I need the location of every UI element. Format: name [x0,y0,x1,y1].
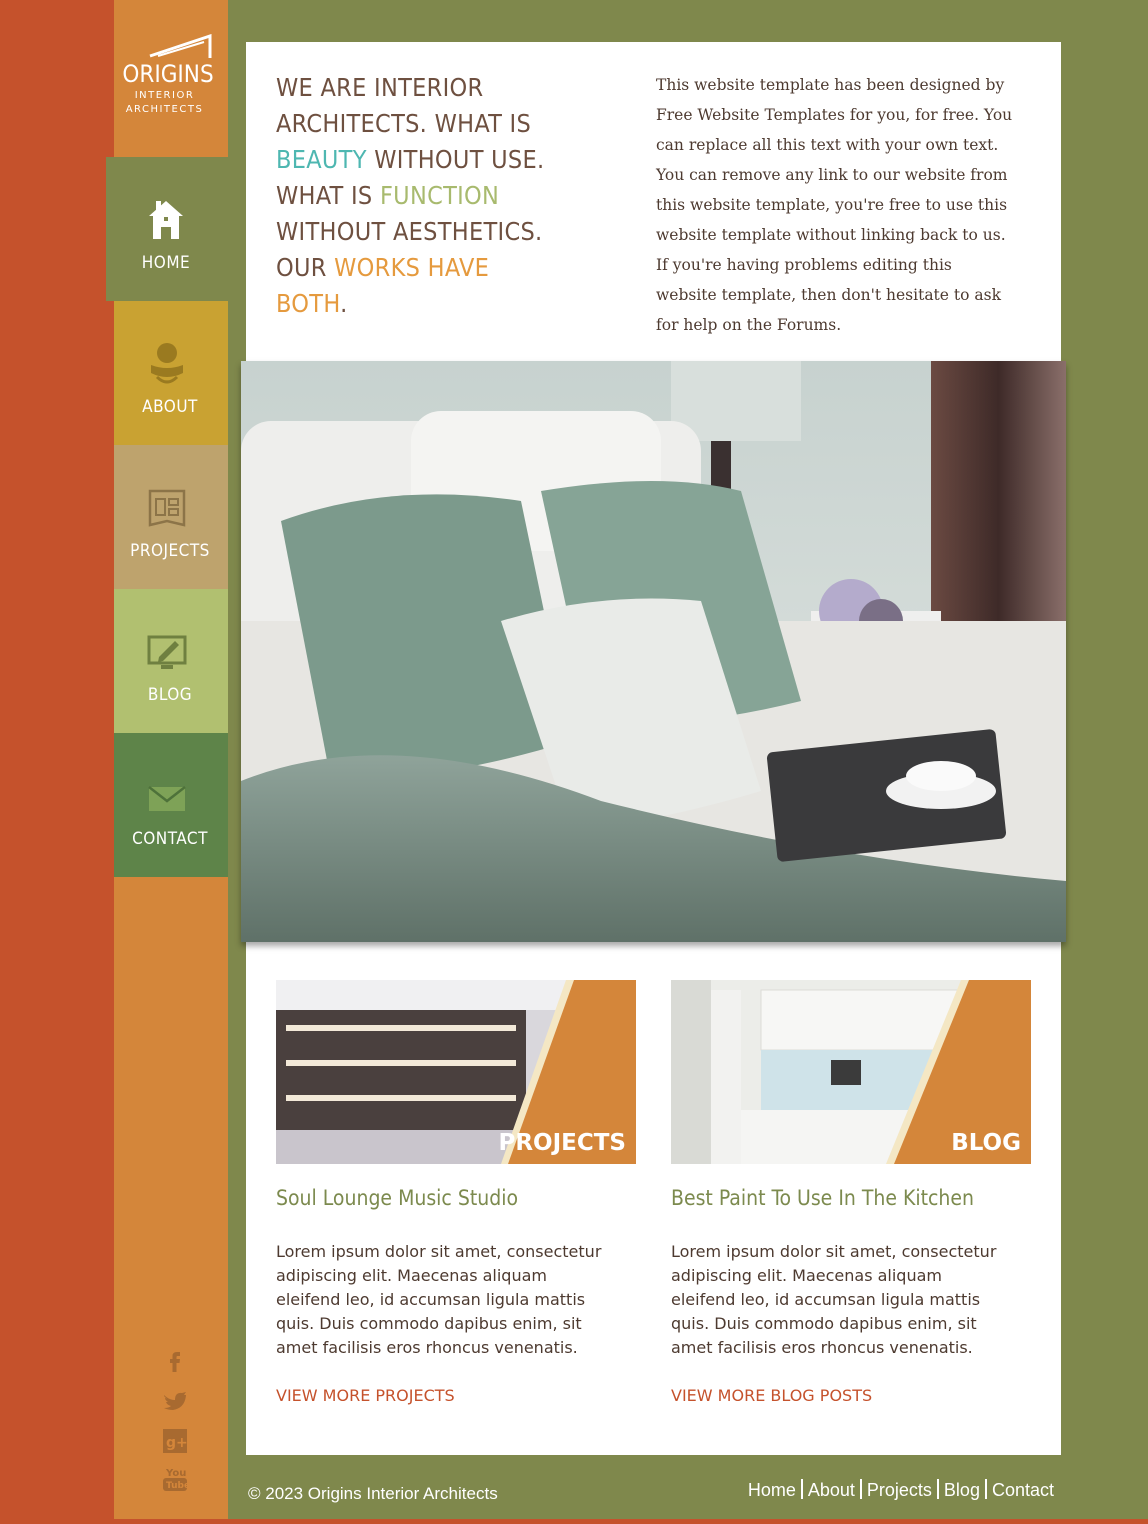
card-title[interactable]: Best Paint To Use In The Kitchen [671,1186,974,1210]
view-more-blog-link[interactable]: VIEW MORE BLOG POSTS [671,1386,872,1405]
google-plus-icon[interactable]: g+ [160,1426,190,1456]
footer-separator [936,1479,939,1499]
nav-item-contact[interactable]: CONTACT [114,733,228,877]
nav-item-projects[interactable]: PROJECTS [114,445,228,589]
blueprint-icon [148,489,186,527]
house-icon [149,201,183,239]
card-text: Lorem ipsum dolor sit amet, consectetur … [671,1242,997,1357]
card-title[interactable]: Soul Lounge Music Studio [276,1186,518,1210]
headline: WE ARE INTERIOR ARCHITECTS. WHAT IS BEAU… [276,73,545,318]
nav-label: CONTACT [132,829,208,849]
footer-link-contact[interactable]: Contact [992,1480,1054,1500]
headline-beauty: BEAUTY [276,145,367,174]
nav-item-about[interactable]: ABOUT [114,301,228,445]
logo-name: ORIGINS [122,60,214,88]
footer-separator [984,1479,987,1499]
monitor-pencil-icon [147,635,187,669]
left-color-strip [0,0,114,1524]
logo[interactable]: ORIGINS INTERIOR ARCHITECTS [114,0,228,157]
card-text: Lorem ipsum dolor sit amet, consectetur … [276,1242,602,1357]
footer-link-blog[interactable]: Blog [944,1480,980,1500]
nav-label: BLOG [147,685,193,705]
footer-nav: Home About Projects Blog Contact [748,1479,1054,1501]
card-badge: PROJECTS [498,1130,626,1156]
footer-link-projects[interactable]: Projects [867,1480,932,1500]
nav-label: PROJECTS [130,541,210,561]
footer-separator [800,1479,803,1499]
intro-text: This website template has been designed … [656,76,1013,334]
svg-text:Tube: Tube [166,1481,190,1491]
envelope-icon [148,786,186,811]
nav-label: ABOUT [142,397,198,417]
youtube-icon[interactable]: You Tube [160,1464,190,1494]
footer-link-about[interactable]: About [808,1480,855,1500]
logo-subtitle-2: ARCHITECTS [125,104,204,115]
nav-label: HOME [141,253,191,273]
card-thumbnail[interactable]: BLOG [671,980,1031,1164]
nav-item-home[interactable]: HOME [106,157,228,301]
card-thumbnail[interactable]: PROJECTS [276,980,636,1164]
bottom-color-strip [114,1519,1148,1524]
svg-text:g+: g+ [166,1435,188,1451]
view-more-projects-link[interactable]: VIEW MORE PROJECTS [276,1386,455,1405]
hero-bedroom-image [241,361,1066,942]
facebook-icon[interactable] [160,1346,190,1376]
footer-link-home[interactable]: Home [748,1480,796,1500]
logo-subtitle-1: INTERIOR [134,90,195,101]
card-projects: PROJECTS Soul Lounge Music Studio Lorem … [276,980,636,1405]
headline-function: FUNCTION [379,181,500,210]
card-badge: BLOG [951,1130,1021,1156]
nav-item-blog[interactable]: BLOG [114,589,228,733]
person-icon [151,343,183,384]
twitter-icon[interactable] [160,1386,190,1416]
footer-separator [859,1479,862,1499]
copyright: © 2023 Origins Interior Architects [248,1484,498,1503]
card-blog: BLOG Best Paint To Use In The Kitchen Lo… [671,980,1031,1405]
svg-text:You: You [165,1468,186,1479]
